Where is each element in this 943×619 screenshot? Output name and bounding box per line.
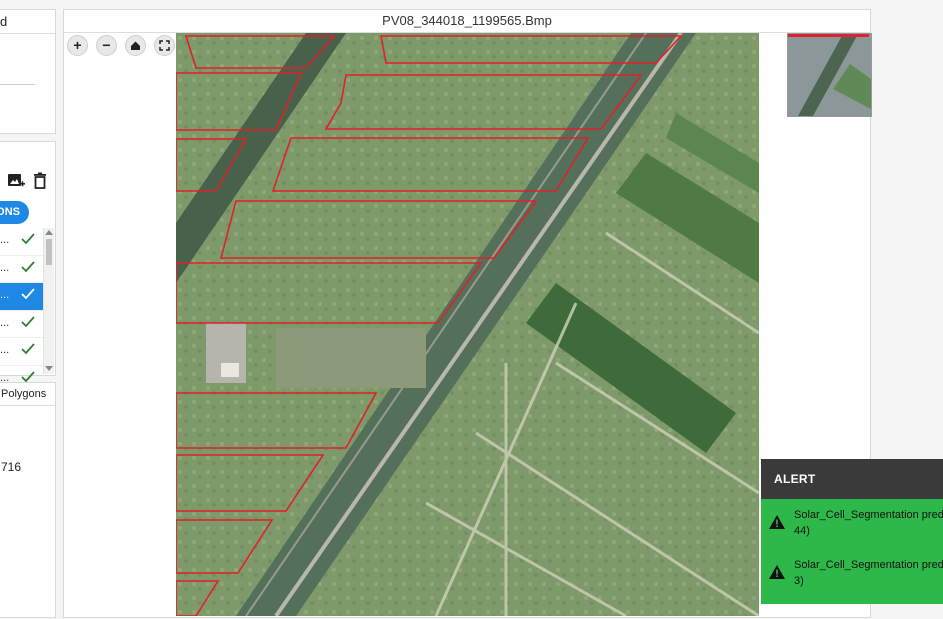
home-button[interactable]	[125, 35, 146, 56]
list-item-label: ...	[0, 289, 10, 301]
image-title: PV08_344018_1199565.Bmp	[64, 10, 870, 33]
navigator-thumbnail[interactable]	[787, 33, 872, 117]
alert-body: Solar_Cell_Segmentation pred 44) Solar_Ce…	[761, 499, 943, 604]
list-item-label: ...	[0, 344, 10, 356]
list-item[interactable]: ...	[0, 338, 43, 366]
list-item[interactable]: ...	[0, 283, 43, 311]
add-image-icon[interactable]	[7, 172, 25, 195]
list-item-label: ...	[0, 234, 10, 246]
list-item[interactable]: ...	[0, 256, 43, 283]
annotation-list: ..................	[0, 228, 43, 393]
check-icon	[21, 288, 35, 300]
alert-message-line1: Solar_Cell_Segmentation pred	[794, 559, 943, 571]
list-item[interactable]: ...	[0, 228, 43, 256]
scroll-up-icon[interactable]	[45, 230, 53, 235]
aerial-image-canvas[interactable]	[176, 33, 759, 616]
aerial-image	[176, 33, 759, 616]
navigator-viewport	[788, 34, 869, 37]
list-item-label: ...	[0, 261, 10, 274]
list-scrollbar[interactable]	[43, 228, 54, 374]
check-icon	[21, 370, 35, 382]
polygons-info-panel: Polygons 716	[0, 382, 56, 618]
zoom-out-button[interactable]: −	[96, 35, 117, 56]
warning-icon	[769, 515, 785, 529]
polygons-value: 716	[1, 460, 22, 474]
alert-message-line1: Solar_Cell_Segmentation pred	[794, 509, 943, 521]
scroll-down-icon[interactable]	[45, 366, 53, 371]
home-icon	[131, 41, 140, 50]
divider	[0, 84, 35, 85]
check-icon	[21, 315, 35, 327]
polygons-header: Polygons	[0, 383, 55, 406]
warning-icon	[769, 565, 785, 579]
alert-title: ALERT	[761, 459, 943, 499]
left-top-header: d	[0, 10, 55, 34]
navigator-image	[788, 34, 871, 116]
check-icon	[21, 260, 35, 272]
fullscreen-icon	[159, 40, 170, 51]
check-icon	[21, 233, 35, 245]
fullscreen-button[interactable]	[154, 35, 175, 56]
zoom-in-button[interactable]: +	[67, 35, 88, 56]
scroll-thumb[interactable]	[46, 239, 52, 265]
alert-message-line2: 3)	[794, 575, 804, 587]
list-item-label: ...	[0, 316, 10, 329]
delete-icon[interactable]	[33, 172, 47, 195]
check-icon	[21, 343, 35, 355]
polygons-button[interactable]: ONS	[0, 201, 29, 224]
list-item[interactable]: ...	[0, 311, 43, 338]
annotation-list-panel: ONS ..................	[0, 141, 56, 393]
alert-panel: ALERT Solar_Cell_Segmentation pred 44) So…	[761, 459, 943, 604]
alert-message-line2: 44)	[794, 525, 810, 537]
left-top-panel: d	[0, 9, 56, 134]
